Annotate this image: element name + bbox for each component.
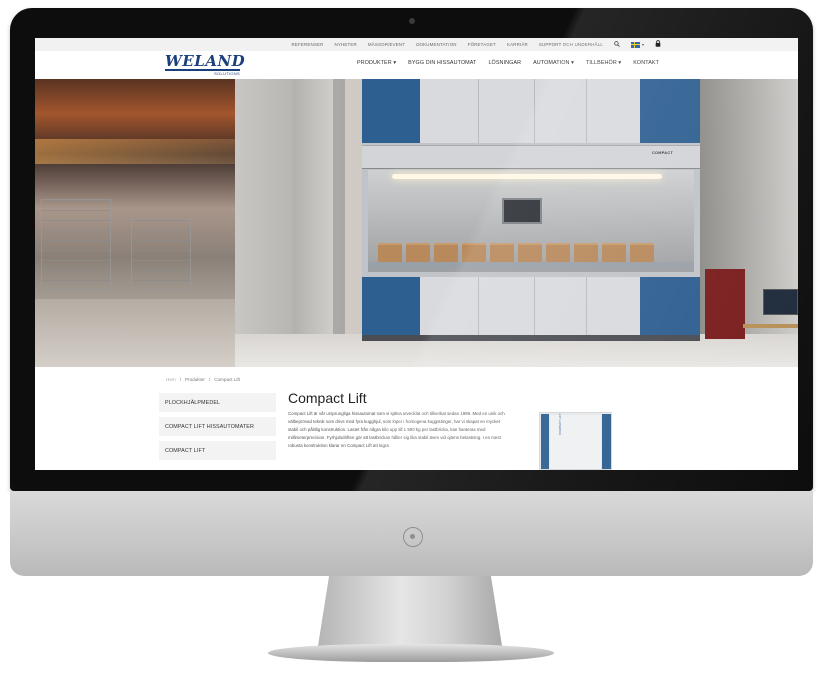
thumb-label: COMPACT LIFT [558,413,562,435]
camera-icon [409,18,415,24]
monitor-stand-foot [268,644,554,662]
lift-panel-seam [586,79,587,143]
main-navigation: WELAND SOLUTIONS PRODUKTER ▾ BYGG DIN HI… [35,51,798,79]
search-icon[interactable] [614,40,620,49]
hero-desk-monitor [763,289,798,315]
side-navigation: PLOCKHJÄLPMEDEL COMPACT LIFT HISSAUTOMAT… [159,393,276,465]
lift-blue-panel [362,79,420,143]
lift-panel-seam [534,277,535,335]
thumb-blue-panel [541,414,549,469]
page-body-text: Compact Lift är vår ursprungliga hissaut… [288,411,505,448]
utility-link-foretaget[interactable]: FÖRETAGET [468,42,496,47]
carton-box [490,243,514,262]
lift-panel-seam [478,277,479,335]
hero-warehouse-rack [131,219,191,289]
utility-link-nyheter[interactable]: NYHETER [335,42,357,47]
breadcrumb-separator: / [208,377,211,382]
hero-pillar [293,79,333,367]
carton-box [574,243,598,262]
lift-blue-panel [362,277,420,335]
carton-box [602,243,626,262]
monitor-stand-neck [318,576,502,646]
breadcrumb-produkter[interactable]: Produkter [185,377,205,382]
lift-tray [368,262,694,269]
lift-panel-seam [534,79,535,143]
lock-icon[interactable] [655,40,661,49]
lift-blue-panel [640,277,700,335]
hero-desk [743,324,798,328]
page-title: Compact Lift [288,390,367,406]
breadcrumb-separator: / [179,377,181,382]
breadcrumb-current: Compact Lift [214,377,240,382]
carton-box [546,243,570,262]
lift-light [392,174,662,179]
breadcrumb: Hem / Produkter / Compact Lift [166,377,240,382]
carton-box [518,243,542,262]
lift-blue-panel [640,79,700,143]
nav-bygg-din-hissautomat[interactable]: BYGG DIN HISSAUTOMAT [408,60,476,66]
carton-box [378,243,402,262]
lift-panel-seam [586,277,587,335]
nav-kontakt[interactable]: KONTAKT [633,60,659,66]
carton-box [434,243,458,262]
side-item-compact-lift[interactable]: COMPACT LIFT [159,441,276,460]
side-item-compact-lift-hissautomater[interactable]: COMPACT LIFT HISSAUTOMATER [159,417,276,436]
swedish-flag-icon [630,41,640,48]
side-item-plockhjalpmedel[interactable]: PLOCKHJÄLPMEDEL [159,393,276,412]
logo-name: WELAND [165,52,246,70]
nav-losningar[interactable]: LÖSNINGAR [488,60,521,66]
lift-control-screen [502,198,542,224]
language-selector[interactable]: ▾ [630,41,644,48]
hero-cabinet [705,269,745,339]
product-thumbnail[interactable]: COMPACT LIFT [539,412,612,470]
hero-image: COMPACT [35,79,798,367]
utility-link-referenser[interactable]: REFERENSER [291,42,323,47]
lift-base [362,335,700,341]
lift-brand-label: COMPACT [652,151,674,155]
power-button-icon [403,527,423,547]
chevron-down-icon: ▾ [641,42,644,47]
utility-bar: REFERENSER NYHETER MÄSSOR/EVENT DOKUMENT… [35,38,798,51]
lift-band [362,145,700,169]
compact-lift-machine: COMPACT [362,79,700,341]
utility-link-karriar[interactable]: KARRIÄR [507,42,528,47]
carton-box [462,243,486,262]
nav-tillbehor[interactable]: TILLBEHÖR ▾ [586,60,621,66]
hero-warehouse-rack [41,199,111,289]
carton-box [406,243,430,262]
hero-warehouse-lights [35,139,235,164]
nav-items: PRODUKTER ▾ BYGG DIN HISSAUTOMAT LÖSNING… [357,60,659,66]
hero-warehouse-floor [35,299,235,367]
utility-link-massor-event[interactable]: MÄSSOR/EVENT [368,42,405,47]
utility-link-support[interactable]: SUPPORT OCH UNDERHÅLL [539,42,603,47]
weland-logo[interactable]: WELAND SOLUTIONS [165,52,246,76]
monitor-mockup: REFERENSER NYHETER MÄSSOR/EVENT DOKUMENT… [0,0,820,673]
carton-box [630,243,654,262]
nav-automation[interactable]: AUTOMATION ▾ [533,60,574,66]
nav-produkter[interactable]: PRODUKTER ▾ [357,60,396,66]
logo-sub: SOLUTIONS [214,70,240,76]
breadcrumb-home[interactable]: Hem [166,377,176,382]
thumb-blue-panel [602,414,611,469]
lift-panel-seam [478,79,479,143]
website-screen: REFERENSER NYHETER MÄSSOR/EVENT DOKUMENT… [35,38,798,470]
utility-link-dokumentation[interactable]: DOKUMENTATION [416,42,457,47]
